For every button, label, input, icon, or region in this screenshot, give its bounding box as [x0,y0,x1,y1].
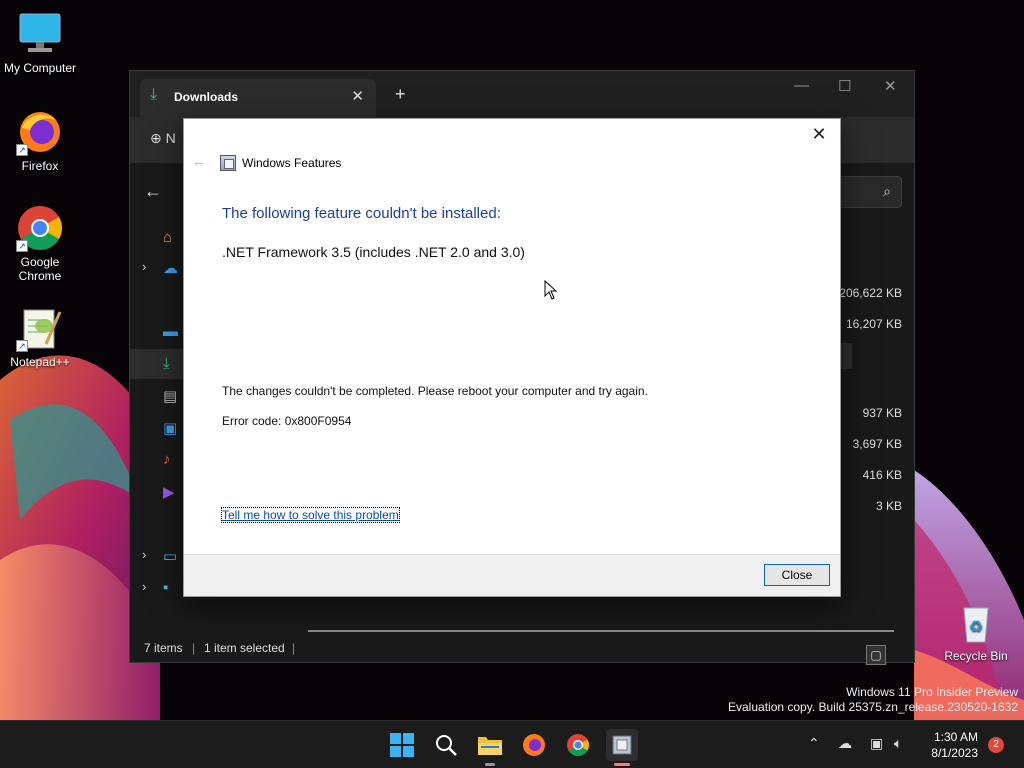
recycle-bin-icon: ♻ [952,598,1000,646]
shortcut-arrow-icon: ↗ [16,144,28,156]
error-heading: The following feature couldn't be instal… [222,205,501,222]
windows-features-dialog[interactable]: ✕ ← Windows Features The following featu… [183,118,841,597]
svg-text:♻: ♻ [969,619,983,636]
mouse-cursor-icon [544,280,558,300]
taskbar-firefox[interactable] [518,729,550,761]
explorer-tabbar: ⤓ Downloads ✕ + — ☐ ✕ [130,71,914,117]
music-icon: ♪ [163,451,171,468]
monitor-icon [16,10,64,58]
home-icon: ⌂ [163,229,173,246]
new-button-label: N [165,130,176,146]
cloud-icon: ☁ [163,260,178,277]
back-arrow-icon[interactable]: ← [144,181,162,202]
volume-icon[interactable]: 🔈︎ [894,735,902,752]
view-buttons: ☰▢ [864,636,908,665]
network-icon[interactable]: ▣ [870,735,883,752]
show-hidden-icons-chevron-icon[interactable]: ⌃ [808,735,820,752]
windows-logo-icon [390,733,414,757]
error-message: The changes couldn't be completed. Pleas… [222,384,648,398]
firefox-icon: ↗ [16,108,64,156]
chevron-right-icon: › [142,579,147,594]
minimize-icon[interactable]: — [794,77,809,94]
desktop-icon-label: Notepad++ [10,355,70,369]
running-indicator [485,763,495,766]
new-button[interactable]: ⊕ N [150,130,176,147]
network-icon: ▪ [163,579,169,596]
tab-downloads[interactable]: ⤓ Downloads ✕ [140,79,376,117]
error-code: Error code: 0x800F0954 [222,414,352,428]
taskbar-search-button[interactable] [430,729,462,761]
desktop-folder-icon: ▬ [163,323,178,340]
taskbar: ⌃ ☁ ▣ 🔈︎ 1:30 AM 8/1/2023 2 [0,720,1024,768]
status-bar: 7 items | 1 item selected | ☰▢ [130,632,914,665]
desktop-icon-label: Google Chrome [18,255,62,283]
status-item-count: 7 items [144,641,183,655]
new-tab-button[interactable]: + [395,84,406,105]
watermark-line-2: Evaluation copy. Build 25375.zn_release.… [728,700,1018,714]
shortcut-arrow-icon: ↗ [16,240,28,252]
document-icon: ▤ [163,388,178,405]
search-input[interactable]: ⌕ [832,176,902,208]
dialog-close-icon[interactable]: ✕ [808,123,830,145]
shortcut-arrow-icon: ↗ [16,340,28,352]
video-icon: ▶ [163,484,175,501]
tiles-view-icon[interactable]: ▢ [866,645,886,665]
taskbar-clock[interactable]: 1:30 AM 8/1/2023 [931,729,978,761]
download-icon: ⤓ [150,86,158,103]
maximize-icon[interactable]: ☐ [838,77,851,95]
windows-features-icon [220,155,236,171]
desktop-icon-label: Recycle Bin [944,649,1008,663]
search-icon: ⌕ [883,183,891,199]
taskbar-chrome[interactable] [562,729,594,761]
status-divider: | [292,641,296,655]
desktop-icon-label: My Computer [3,61,77,75]
start-button[interactable] [386,729,418,761]
search-icon [436,735,457,756]
onedrive-offline-icon[interactable]: ☁ [838,735,852,752]
windows-features-icon [612,735,632,755]
chrome-icon: ↗ [16,204,64,252]
feature-name: .NET Framework 3.5 (includes .NET 2.0 an… [222,244,525,260]
folder-icon [478,737,502,755]
status-divider: | [192,641,196,655]
desktop-icon-chrome[interactable]: ↗ Google Chrome [0,204,80,283]
dialog-footer: Close [184,554,840,596]
chrome-icon [567,734,589,756]
desktop-icon-my-computer[interactable]: My Computer [0,10,80,75]
download-icon: ⤓ [163,355,170,372]
tab-close-icon[interactable]: ✕ [351,87,364,105]
active-indicator [614,763,630,766]
clock-date: 8/1/2023 [931,746,978,760]
desktop-icon-recycle-bin[interactable]: ♻ Recycle Bin [936,598,1016,663]
status-selected-count: 1 item selected [204,641,285,655]
close-button[interactable]: Close [764,564,830,586]
notification-badge[interactable]: 2 [988,737,1004,753]
back-arrow-icon[interactable]: ← [192,153,206,169]
clock-time: 1:30 AM [933,730,978,744]
notepadpp-icon: ↗ [16,304,64,352]
tab-title: Downloads [174,90,239,104]
help-link[interactable]: Tell me how to solve this problem [221,507,400,523]
desktop-icon-firefox[interactable]: ↗ Firefox [0,108,80,173]
desktop-icon-notepadpp[interactable]: ↗ Notepad++ [0,304,80,369]
picture-icon: ▣ [163,420,178,437]
chevron-right-icon: › [142,547,147,562]
firefox-icon [523,734,545,756]
dialog-title: Windows Features [242,156,342,170]
chevron-right-icon: › [142,259,147,274]
window-close-icon[interactable]: ✕ [884,77,897,95]
watermark-line-1: Windows 11 Pro Insider Preview [846,685,1018,699]
pc-icon: ▭ [163,548,178,565]
taskbar-file-explorer[interactable] [474,729,506,766]
desktop-icon-label: Firefox [21,159,59,173]
taskbar-windows-features[interactable] [606,729,638,766]
evaluation-watermark: Windows 11 Pro Insider Preview Evaluatio… [728,685,1018,715]
